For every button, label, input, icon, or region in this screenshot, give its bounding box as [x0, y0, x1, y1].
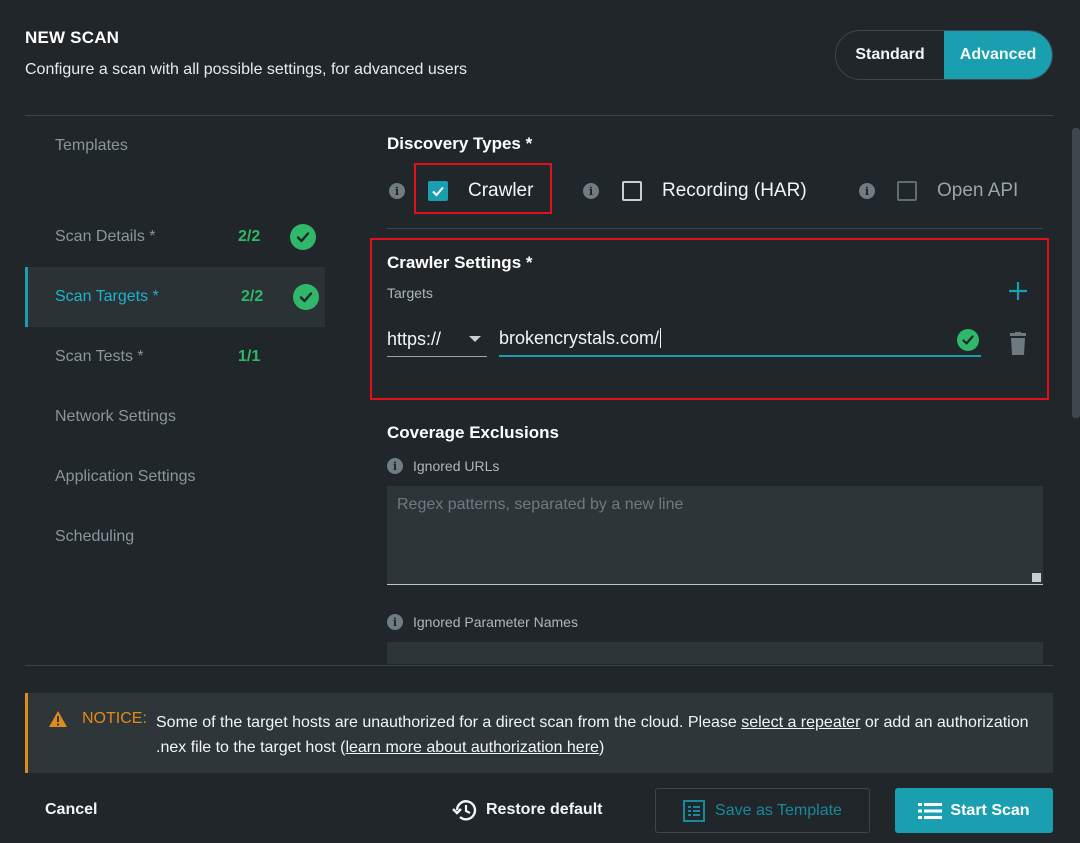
discovery-types-title: Discovery Types *: [387, 134, 533, 153]
list-icon: [918, 802, 943, 819]
sidebar-item-scan-targets[interactable]: Scan Targets * 2/2: [25, 267, 325, 327]
restore-default-button[interactable]: Restore default: [452, 790, 602, 830]
sidebar-item-label: Scan Targets *: [55, 288, 159, 305]
targets-label: Targets: [387, 285, 433, 301]
progress-count: 2/2: [241, 288, 264, 305]
info-icon[interactable]: i: [859, 183, 875, 199]
cancel-button[interactable]: Cancel: [45, 790, 97, 830]
crawler-settings-title: Crawler Settings *: [387, 253, 533, 272]
sidebar-item-scheduling[interactable]: Scheduling: [25, 507, 325, 567]
authorization-notice: NOTICE: Some of the target hosts are una…: [25, 693, 1053, 773]
ignored-params-label: i Ignored Parameter Names: [387, 614, 578, 630]
trash-icon[interactable]: [1008, 332, 1028, 361]
warning-icon: [48, 710, 68, 733]
page-subtitle: Configure a scan with all possible setti…: [25, 61, 468, 78]
progress-count: 2/2: [238, 228, 261, 245]
text-cursor: [660, 328, 662, 348]
content-scrollbar[interactable]: [1072, 128, 1080, 418]
start-scan-label: Start Scan: [950, 801, 1030, 819]
info-icon[interactable]: i: [389, 183, 405, 199]
target-url-value: brokencrystals.com/: [499, 327, 660, 348]
history-icon: [452, 800, 477, 821]
info-icon[interactable]: i: [387, 458, 403, 474]
discovery-recording-option[interactable]: i Recording (HAR): [583, 174, 807, 208]
add-target-icon[interactable]: [1007, 280, 1029, 307]
notice-message: Some of the target hosts are unauthorize…: [156, 710, 1036, 760]
protocol-underline: [387, 356, 487, 357]
chevron-down-icon: [469, 336, 481, 342]
ignored-urls-placeholder: Regex patterns, separated by a new line: [397, 496, 684, 513]
save-as-template-button[interactable]: Save as Template: [655, 788, 870, 833]
start-scan-button[interactable]: Start Scan: [895, 788, 1053, 833]
openapi-checkbox[interactable]: [897, 181, 917, 201]
sidebar-item-label: Scan Details *: [55, 228, 156, 245]
recording-label: Recording (HAR): [662, 180, 807, 201]
ignored-urls-label: i Ignored URLs: [387, 458, 499, 474]
recording-checkbox[interactable]: [622, 181, 642, 201]
ignored-params-label-text: Ignored Parameter Names: [413, 614, 578, 630]
learn-more-link[interactable]: learn more about authorization here: [345, 739, 599, 756]
scan-targets-panel: Discovery Types * i Crawler i Recording …: [370, 116, 1070, 664]
protocol-select[interactable]: https://: [387, 321, 487, 357]
section-divider: [387, 228, 1043, 229]
ignored-params-textarea[interactable]: [387, 642, 1043, 664]
ignored-urls-textarea[interactable]: Regex patterns, separated by a new line: [387, 486, 1043, 585]
sidebar-item-scan-details[interactable]: Scan Details * 2/2: [25, 207, 325, 267]
list-box-icon: [683, 799, 706, 822]
mode-advanced-button[interactable]: Advanced: [944, 31, 1052, 79]
check-circle-icon: [290, 224, 316, 250]
notice-tag: NOTICE:: [82, 710, 147, 727]
sidebar-item-label: Application Settings: [55, 468, 196, 485]
select-repeater-link[interactable]: select a repeater: [741, 714, 860, 731]
mode-standard-button[interactable]: Standard: [836, 31, 944, 79]
crawler-highlight-box: [414, 163, 552, 214]
sidebar-item-label: Network Settings: [55, 408, 176, 425]
check-circle-icon: [293, 284, 319, 310]
discovery-openapi-option[interactable]: i Open API: [859, 174, 1018, 208]
mode-toggle: Standard Advanced: [835, 30, 1053, 80]
sidebar-item-network-settings[interactable]: Network Settings: [25, 387, 325, 447]
target-url-input[interactable]: brokencrystals.com/: [499, 321, 981, 357]
restore-default-label: Restore default: [486, 801, 603, 818]
progress-count: 1/1: [238, 348, 261, 365]
info-icon[interactable]: i: [387, 614, 403, 630]
ignored-urls-label-text: Ignored URLs: [413, 458, 500, 474]
sidebar-item-application-settings[interactable]: Application Settings: [25, 447, 325, 507]
openapi-label: Open API: [937, 180, 1019, 201]
page-header: NEW SCAN Configure a scan with all possi…: [25, 28, 467, 79]
sidebar-item-label: Scan Tests *: [55, 348, 144, 365]
sidebar-item-label: Scheduling: [55, 528, 135, 545]
footer-divider: [25, 665, 1053, 666]
coverage-exclusions-title: Coverage Exclusions: [387, 423, 559, 442]
sidebar-item-scan-tests[interactable]: Scan Tests * 1/1: [25, 327, 325, 387]
sidebar-item-label: Templates: [55, 137, 128, 154]
info-icon[interactable]: i: [583, 183, 599, 199]
protocol-value: https://: [387, 328, 442, 349]
page-title: NEW SCAN: [25, 28, 120, 47]
resize-handle[interactable]: [1032, 573, 1041, 582]
notice-text: ): [598, 739, 605, 756]
sidebar-item-templates[interactable]: Templates: [25, 116, 325, 176]
save-as-template-label: Save as Template: [715, 801, 842, 819]
notice-text: Some of the target hosts are unauthorize…: [156, 714, 742, 731]
check-circle-icon: [957, 329, 979, 351]
